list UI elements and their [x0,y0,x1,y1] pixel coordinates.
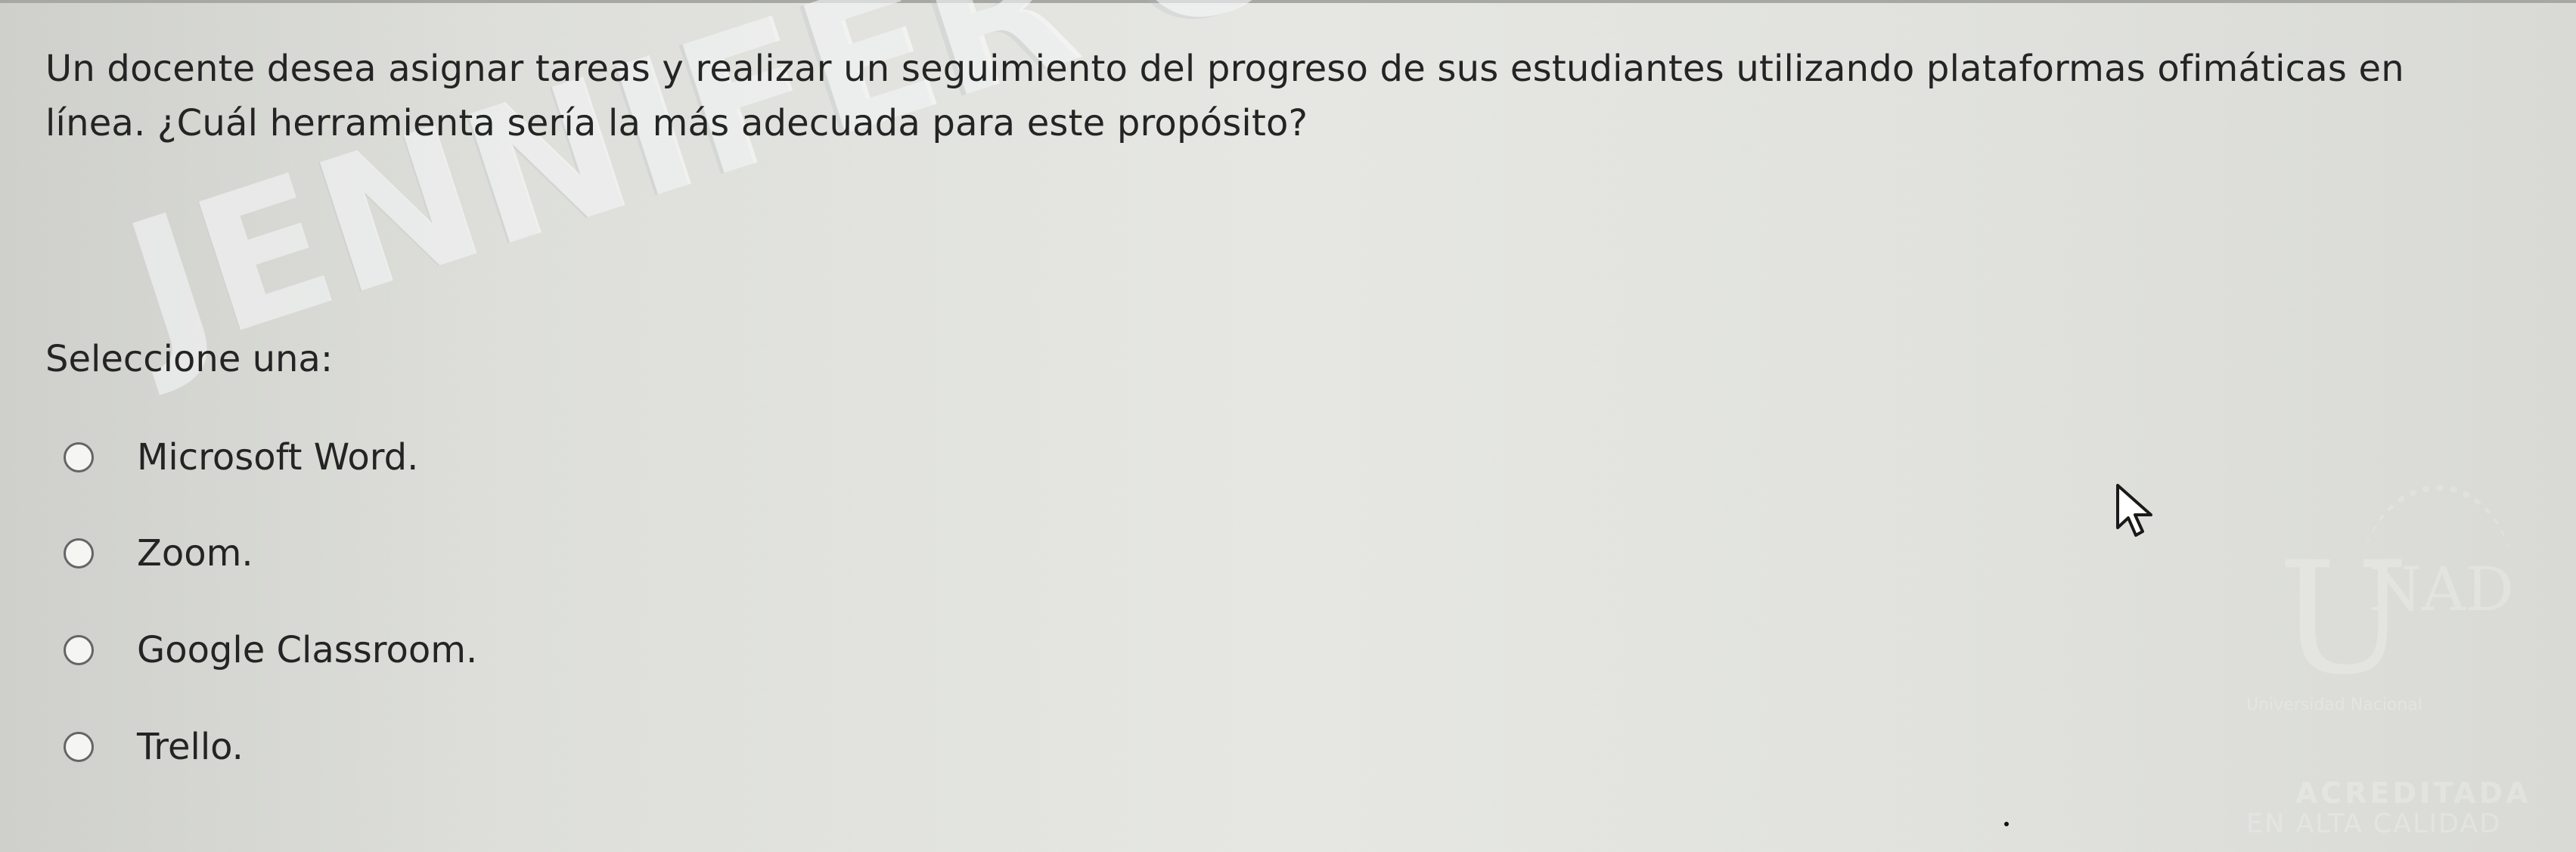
question-text: Un docente desea asignar tareas y realiz… [45,42,2541,150]
logo-u: U [2278,529,2409,709]
option-google-classroom[interactable]: Google Classroom. [64,627,477,673]
logo-brand: NAD [2369,554,2514,624]
mouse-pointer-icon [2116,484,2152,537]
radio-button-unchecked[interactable] [64,732,94,762]
top-divider [0,0,2576,3]
radio-button-unchecked[interactable] [64,635,94,665]
screen-speck [2004,822,2009,826]
option-label: Zoom. [137,532,253,575]
option-trello[interactable]: Trello. [64,724,244,770]
option-microsoft-word[interactable]: Microsoft Word. [64,435,418,480]
logo-subtitle: Universidad Nacional [2246,696,2422,714]
option-label: Google Classroom. [137,629,478,671]
option-label: Trello. [137,726,244,768]
question-line-1: Un docente desea asignar tareas y realiz… [45,48,2404,90]
selection-prompt: Seleccione una: [45,338,333,380]
radio-button-unchecked[interactable] [64,442,94,472]
logo-stars [2357,482,2516,676]
option-label: Microsoft Word. [137,436,419,479]
logo-quality: EN ALTA CALIDAD [2246,809,2502,839]
unad-watermark-logo: U NAD Universidad Nacional ACREDITADA EN… [2246,480,2576,852]
option-zoom[interactable]: Zoom. [64,531,253,576]
radio-button-unchecked[interactable] [64,538,94,569]
question-line-2: línea. ¿Cuál herramienta sería la más ad… [45,102,1308,144]
logo-accreditation: ACREDITADA [2295,776,2531,810]
